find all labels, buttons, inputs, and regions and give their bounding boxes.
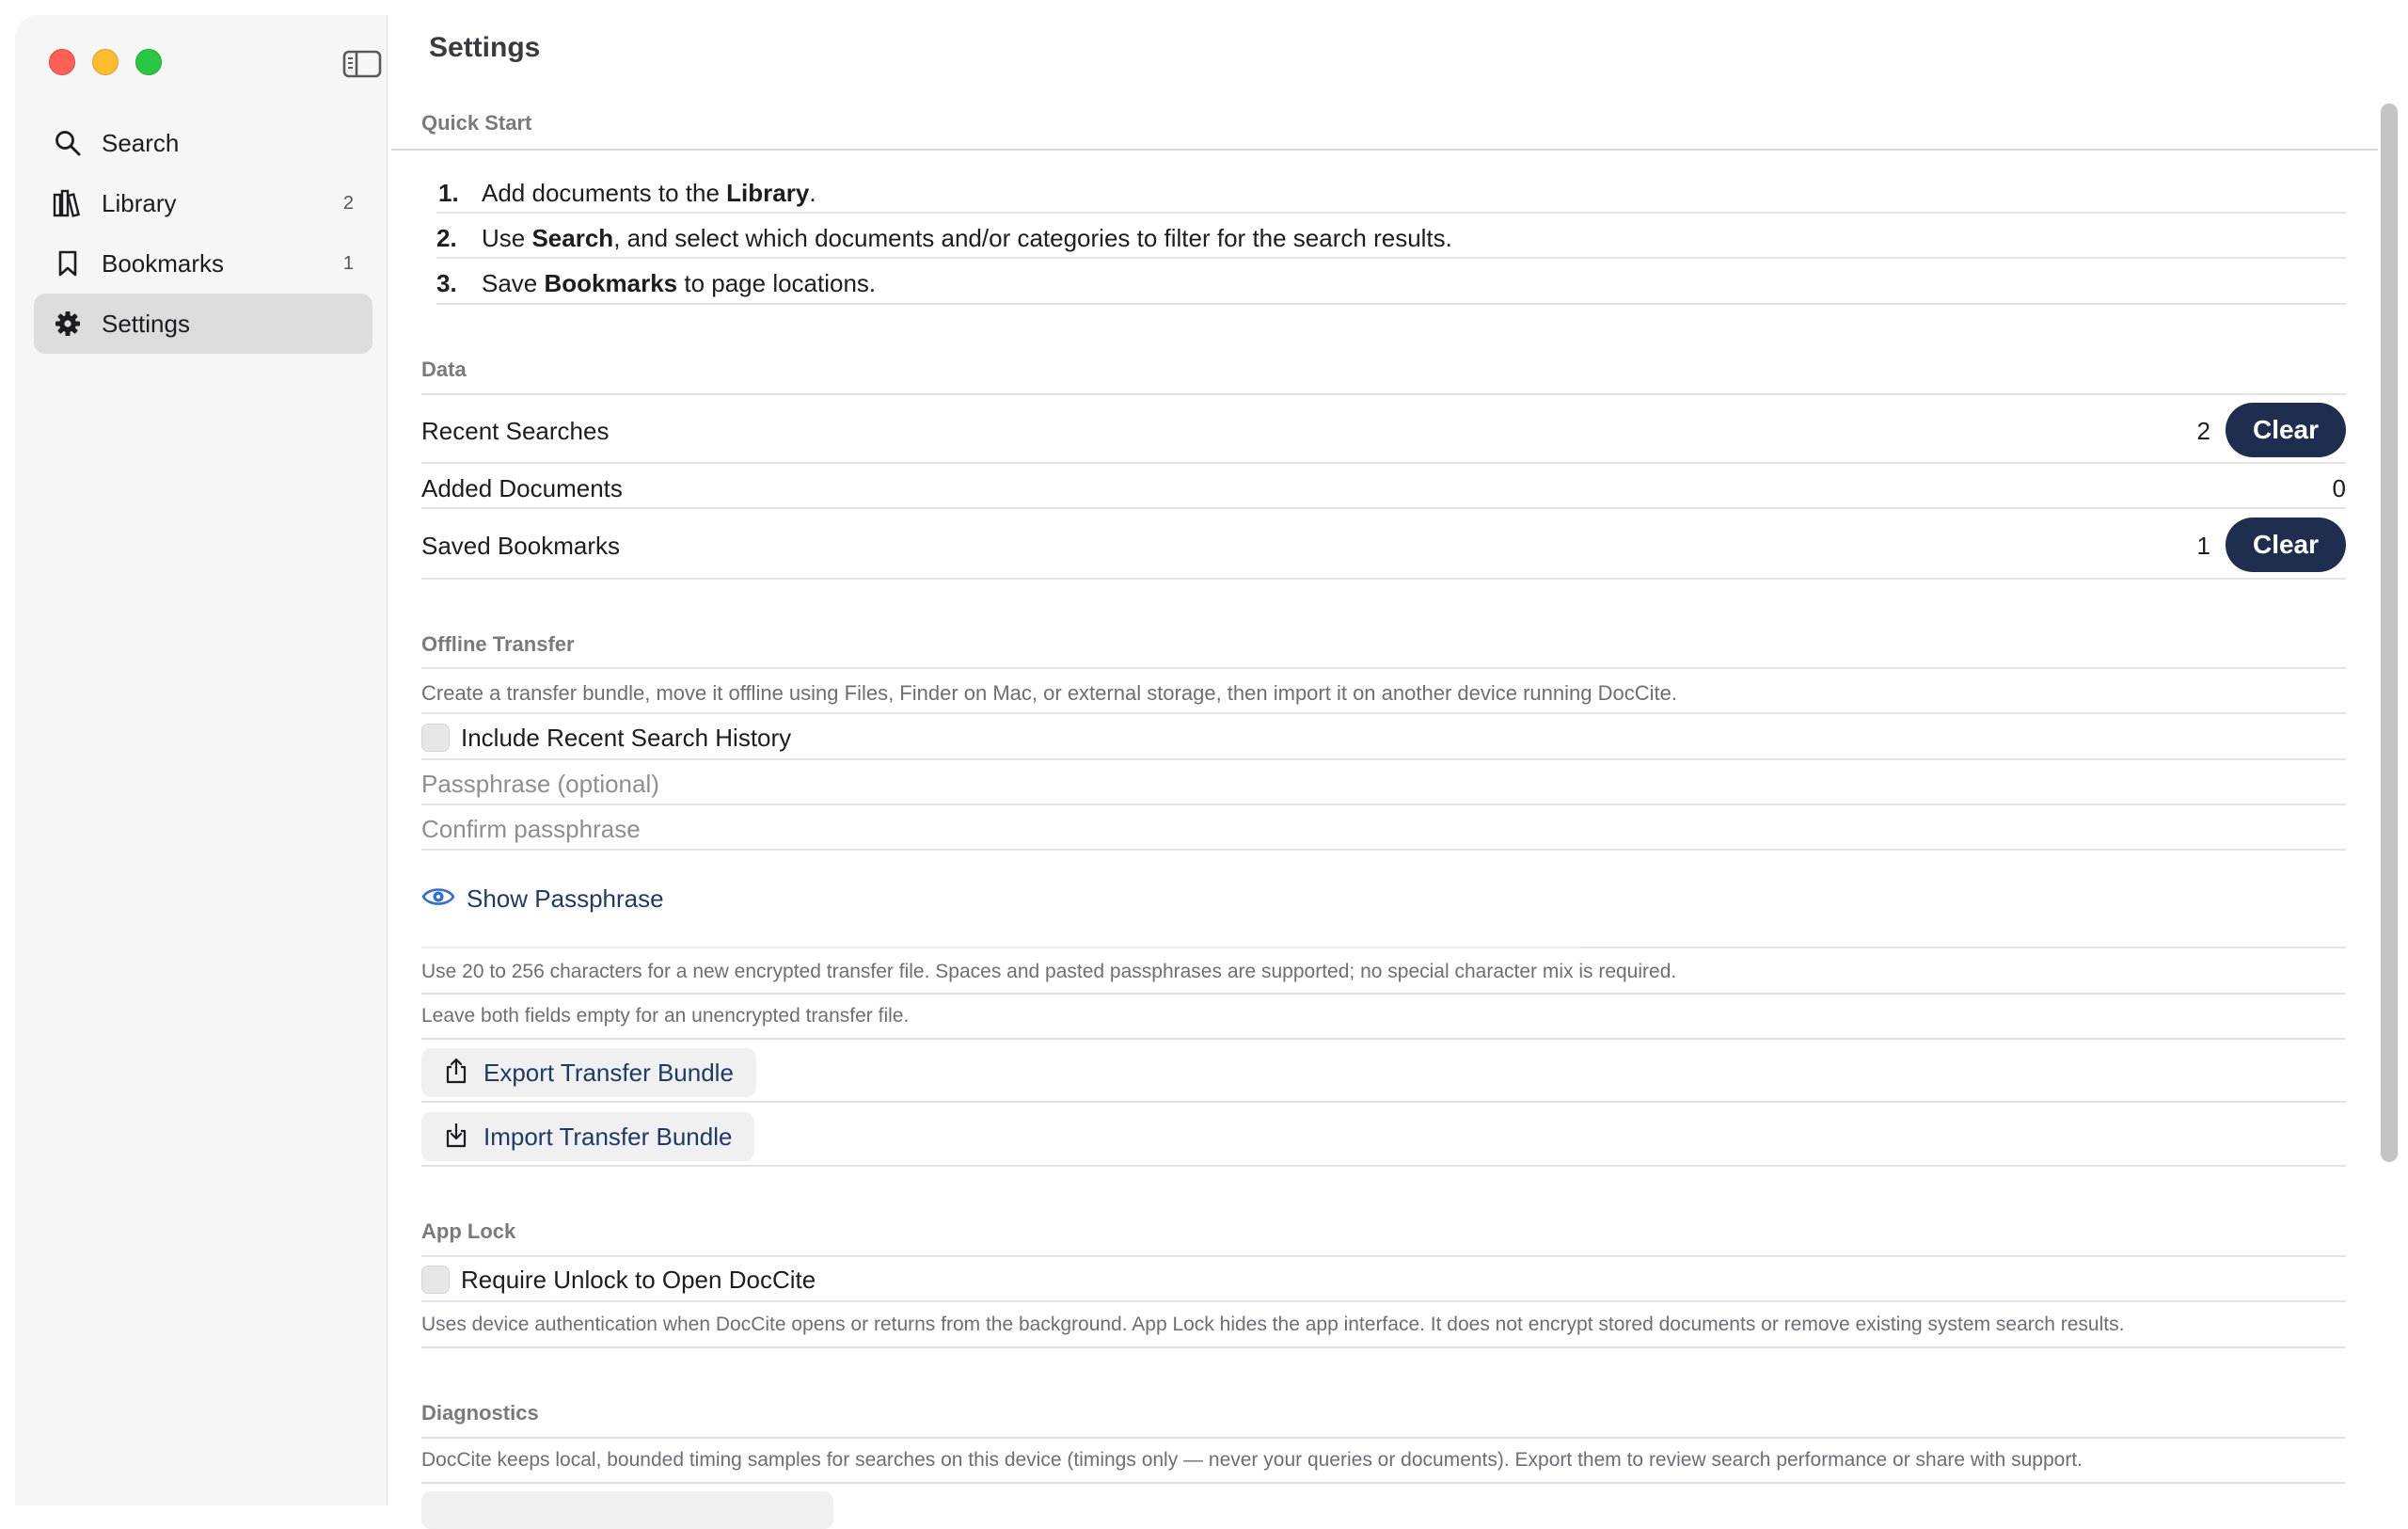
library-icon	[53, 188, 83, 218]
window-maximize-button[interactable]	[135, 49, 162, 75]
divider	[421, 667, 2346, 669]
divider	[421, 758, 2346, 760]
sidebar-item-bookmarks[interactable]: Bookmarks 1	[34, 233, 372, 294]
import-transfer-bundle-button[interactable]: Import Transfer Bundle	[421, 1112, 755, 1161]
quick-start-step-3: Save Bookmarks to page locations.	[482, 269, 877, 297]
search-icon	[53, 128, 83, 158]
added-documents-count: 0	[2332, 474, 2346, 502]
divider	[421, 947, 1580, 948]
quick-start-step-1: Add documents to the Library.	[482, 179, 816, 207]
export-transfer-bundle-label: Export Transfer Bundle	[483, 1058, 734, 1087]
diagnostics-description: DocCite keeps local, bounded timing samp…	[421, 1449, 2083, 1471]
step-number: 3.	[436, 269, 457, 297]
data-row-label: Saved Bookmarks	[421, 532, 620, 560]
divider	[436, 303, 2346, 305]
divider	[391, 149, 2378, 151]
bookmark-icon	[53, 248, 83, 279]
gear-icon	[53, 309, 83, 339]
passphrase-input[interactable]	[421, 765, 2346, 803]
sidebar-item-count: 1	[342, 252, 354, 274]
divider	[1580, 947, 2346, 948]
app-lock-description: Uses device authentication when DocCite …	[421, 1314, 2125, 1335]
download-icon	[444, 1121, 468, 1154]
passphrase-hint: Use 20 to 256 characters for a new encry…	[421, 961, 1677, 982]
quick-start-step-2: Use Search, and select which documents a…	[482, 224, 1452, 252]
show-passphrase-button[interactable]: Show Passphrase	[421, 884, 664, 914]
confirm-passphrase-input[interactable]	[421, 810, 2346, 848]
step-number: 1.	[438, 179, 459, 207]
offline-transfer-description: Create a transfer bundle, move it offlin…	[421, 681, 1677, 705]
divider	[421, 1482, 2346, 1484]
divider	[421, 1101, 2346, 1103]
clear-saved-bookmarks-button[interactable]: Clear	[2226, 518, 2346, 572]
divider	[421, 1346, 2346, 1348]
eye-icon	[421, 884, 455, 914]
window-minimize-button[interactable]	[92, 49, 119, 75]
sidebar-item-label: Search	[102, 128, 180, 157]
show-passphrase-label: Show Passphrase	[467, 884, 664, 913]
data-row-label: Added Documents	[421, 474, 623, 502]
divider	[421, 849, 2346, 851]
export-transfer-bundle-button[interactable]: Export Transfer Bundle	[421, 1048, 756, 1097]
divider	[421, 393, 2346, 395]
clear-recent-searches-button[interactable]: Clear	[2226, 403, 2346, 457]
sidebar-item-label: Bookmarks	[102, 248, 225, 278]
section-label-diagnostics: Diagnostics	[421, 1401, 539, 1425]
sidebar-item-label: Library	[102, 188, 177, 217]
sidebar-nav: Search Library 2 Bookmarks 1 Settings	[34, 113, 372, 354]
sidebar-item-search[interactable]: Search	[34, 113, 372, 173]
sidebar: Search Library 2 Bookmarks 1 Settings	[15, 15, 388, 1505]
divider	[421, 804, 2346, 805]
sidebar-item-library[interactable]: Library 2	[34, 173, 372, 233]
divider	[421, 993, 2346, 995]
divider	[421, 1300, 2346, 1302]
require-unlock-checkbox[interactable]	[421, 1266, 450, 1294]
scrollbar[interactable]	[2381, 104, 2398, 1162]
section-label-offline-transfer: Offline Transfer	[421, 632, 575, 656]
divider	[436, 257, 2346, 259]
data-row-label: Recent Searches	[421, 417, 610, 445]
divider	[421, 1255, 2346, 1257]
divider	[421, 1437, 2346, 1439]
divider	[421, 578, 2346, 580]
recent-searches-count: 2	[2196, 417, 2210, 445]
require-unlock-label: Require Unlock to Open DocCite	[461, 1266, 816, 1294]
divider	[421, 712, 2346, 714]
page-title: Settings	[429, 32, 541, 63]
sidebar-toggle-icon[interactable]	[342, 49, 382, 79]
unencrypted-hint: Leave both fields empty for an unencrypt…	[421, 1005, 910, 1027]
include-history-label: Include Recent Search History	[461, 724, 792, 752]
section-label-app-lock: App Lock	[421, 1219, 516, 1243]
saved-bookmarks-count: 1	[2196, 532, 2210, 560]
include-history-checkbox[interactable]	[421, 724, 450, 752]
share-icon	[444, 1057, 468, 1090]
divider	[421, 507, 2346, 509]
step-number: 2.	[436, 224, 457, 252]
divider	[421, 1038, 2346, 1040]
section-label-quick-start: Quick Start	[421, 111, 532, 135]
sidebar-item-count: 2	[342, 192, 354, 214]
section-label-data: Data	[421, 358, 467, 381]
window-close-button[interactable]	[49, 49, 75, 75]
import-transfer-bundle-label: Import Transfer Bundle	[483, 1122, 733, 1151]
sidebar-item-label: Settings	[102, 309, 190, 338]
sidebar-item-settings[interactable]: Settings	[34, 294, 372, 354]
divider	[436, 212, 2346, 214]
export-diagnostics-button[interactable]	[421, 1491, 833, 1529]
divider	[421, 1165, 2346, 1167]
divider	[421, 462, 2346, 464]
